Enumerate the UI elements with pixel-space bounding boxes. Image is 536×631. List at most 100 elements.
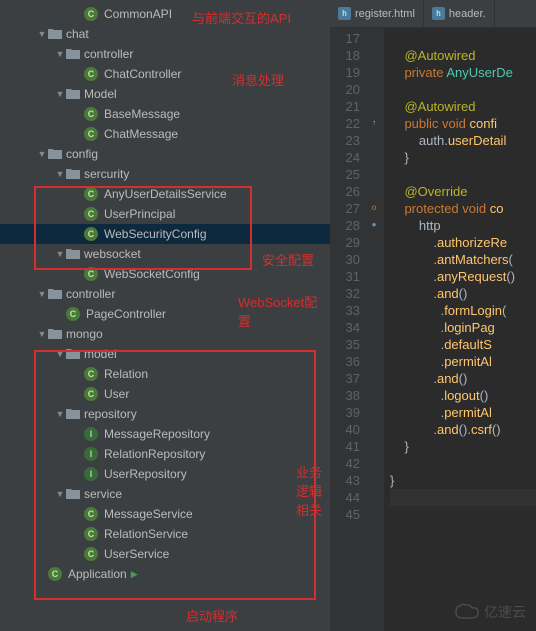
class-icon: C <box>84 127 98 141</box>
tree-item-label: PageController <box>86 307 166 321</box>
file-MessageRepository[interactable]: IMessageRepository <box>0 424 330 444</box>
editor-panel: h register.html h header. 17 18 19 20 21… <box>330 0 536 631</box>
tree-item-label: controller <box>84 47 133 61</box>
chevron-down-icon[interactable]: ▼ <box>36 149 48 159</box>
tree-item-label: repository <box>84 407 137 421</box>
tree-item-label: MessageRepository <box>104 427 210 441</box>
file-WebSecurityConfig[interactable]: C WebSecurityConfig <box>0 224 330 244</box>
file-UserRepository[interactable]: IUserRepository <box>0 464 330 484</box>
svg-text:亿速云: 亿速云 <box>484 604 526 620</box>
package-websocket[interactable]: ▼ websocket <box>0 244 330 264</box>
tree-item-label: sercurity <box>84 167 129 181</box>
tree-item-label: mongo <box>66 327 103 341</box>
tab-header[interactable]: h header. <box>424 0 495 27</box>
annotation-boot: 启动程序 <box>186 606 238 625</box>
file-RelationRepository[interactable]: IRelationRepository <box>0 444 330 464</box>
tree-item-label: UserRepository <box>104 467 187 481</box>
package-model[interactable]: ▼ model <box>0 344 330 364</box>
gutter-marker-icon[interactable]: o <box>368 201 380 213</box>
package-chat[interactable]: ▼ chat <box>0 24 330 44</box>
file-User[interactable]: CUser <box>0 384 330 404</box>
chevron-down-icon[interactable]: ▼ <box>54 409 66 419</box>
tree-item-label: Model <box>84 87 117 101</box>
tree-item-label: RelationRepository <box>104 447 205 461</box>
run-icon: ▶ <box>131 569 138 580</box>
chevron-down-icon[interactable]: ▼ <box>36 329 48 339</box>
package-config[interactable]: ▼config <box>0 144 330 164</box>
chevron-down-icon[interactable]: ▼ <box>54 349 66 359</box>
tree-item-label: websocket <box>84 247 141 261</box>
gutter-icons: ↑ o ● <box>366 28 384 631</box>
tree-item-label: model <box>84 347 117 361</box>
file-Application[interactable]: CApplication▶ <box>0 564 330 584</box>
chevron-down-icon[interactable]: ▼ <box>54 489 66 499</box>
chevron-down-icon[interactable]: ▼ <box>36 29 48 39</box>
project-tree-panel[interactable]: CCommonAPI▼chat▼controllerCChatControlle… <box>0 0 330 631</box>
chevron-down-icon[interactable]: ▼ <box>54 249 66 259</box>
file-BaseMessage[interactable]: CBaseMessage <box>0 104 330 124</box>
file-UserPrincipal[interactable]: CUserPrincipal <box>0 204 330 224</box>
class-icon: C <box>84 547 98 561</box>
tab-label: register.html <box>355 8 415 20</box>
tree-item-label: AnyUserDetailsService <box>104 187 227 201</box>
chevron-down-icon[interactable]: ▼ <box>54 169 66 179</box>
package-Model[interactable]: ▼ Model <box>0 84 330 104</box>
class-icon: C <box>66 307 80 321</box>
tree-item-label: UserService <box>104 547 169 561</box>
class-icon: C <box>84 367 98 381</box>
file-ChatMessage[interactable]: CChatMessage <box>0 124 330 144</box>
folder-icon <box>66 487 80 501</box>
file-CommonAPI[interactable]: CCommonAPI <box>0 4 330 24</box>
class-icon: C <box>84 507 98 521</box>
tree-item-label: service <box>84 487 122 501</box>
file-ChatController[interactable]: CChatController <box>0 64 330 84</box>
file-UserService[interactable]: C UserService <box>0 544 330 564</box>
file-MessageService[interactable]: C MessageService <box>0 504 330 524</box>
tree-item-label: Application <box>68 567 127 581</box>
package-controller[interactable]: ▼ controller <box>0 284 330 304</box>
folder-icon <box>48 27 62 41</box>
tree-item-label: WebSecurityConfig <box>104 227 207 241</box>
package-sercurity[interactable]: ▼ sercurity <box>0 164 330 184</box>
line-gutter: 17 18 19 20 21 22 23 24 25 26 27 28 29 3… <box>330 28 366 631</box>
package-repository[interactable]: ▼ repository <box>0 404 330 424</box>
class-icon: C <box>84 207 98 221</box>
watermark-logo: 亿速云 <box>452 600 530 627</box>
package-service[interactable]: ▼ service <box>0 484 330 504</box>
class-icon: C <box>84 387 98 401</box>
class-icon: C <box>84 267 98 281</box>
html-file-icon: h <box>432 7 445 20</box>
class-icon: C <box>84 107 98 121</box>
editor-tabs[interactable]: h register.html h header. <box>330 0 536 28</box>
folder-icon <box>66 347 80 361</box>
chevron-down-icon[interactable]: ▼ <box>54 89 66 99</box>
file-RelationService[interactable]: CRelationService <box>0 524 330 544</box>
file-AnyUserDetailsService[interactable]: CAnyUserDetailsService <box>0 184 330 204</box>
file-Relation[interactable]: C Relation <box>0 364 330 384</box>
tree-item-label: CommonAPI <box>104 7 172 21</box>
chevron-down-icon[interactable]: ▼ <box>54 49 66 59</box>
gutter-marker-icon[interactable]: ↑ <box>368 116 380 128</box>
tree-item-label: chat <box>66 27 89 41</box>
file-PageController[interactable]: C PageController <box>0 304 330 324</box>
tree-item-label: controller <box>66 287 115 301</box>
folder-icon <box>66 47 80 61</box>
class-icon: C <box>84 527 98 541</box>
package-mongo[interactable]: ▼ mongo <box>0 324 330 344</box>
chevron-down-icon[interactable]: ▼ <box>36 289 48 299</box>
folder-icon <box>48 327 62 341</box>
tab-register[interactable]: h register.html <box>330 0 424 27</box>
gutter-marker-icon[interactable]: ● <box>368 218 380 230</box>
package-controller[interactable]: ▼ controller <box>0 44 330 64</box>
tree-item-label: MessageService <box>104 507 193 521</box>
code-content[interactable]: @Autowired private AnyUserDe @Autowired … <box>384 28 536 631</box>
folder-icon <box>48 287 62 301</box>
tree-item-label: ChatController <box>104 67 181 81</box>
folder-icon <box>48 147 62 161</box>
code-area[interactable]: 17 18 19 20 21 22 23 24 25 26 27 28 29 3… <box>330 28 536 631</box>
file-WebSocketConfig[interactable]: CWebSocketConfig <box>0 264 330 284</box>
class-icon: C <box>84 227 98 241</box>
html-file-icon: h <box>338 7 351 20</box>
folder-icon <box>66 247 80 261</box>
tree-item-label: Relation <box>104 367 148 381</box>
